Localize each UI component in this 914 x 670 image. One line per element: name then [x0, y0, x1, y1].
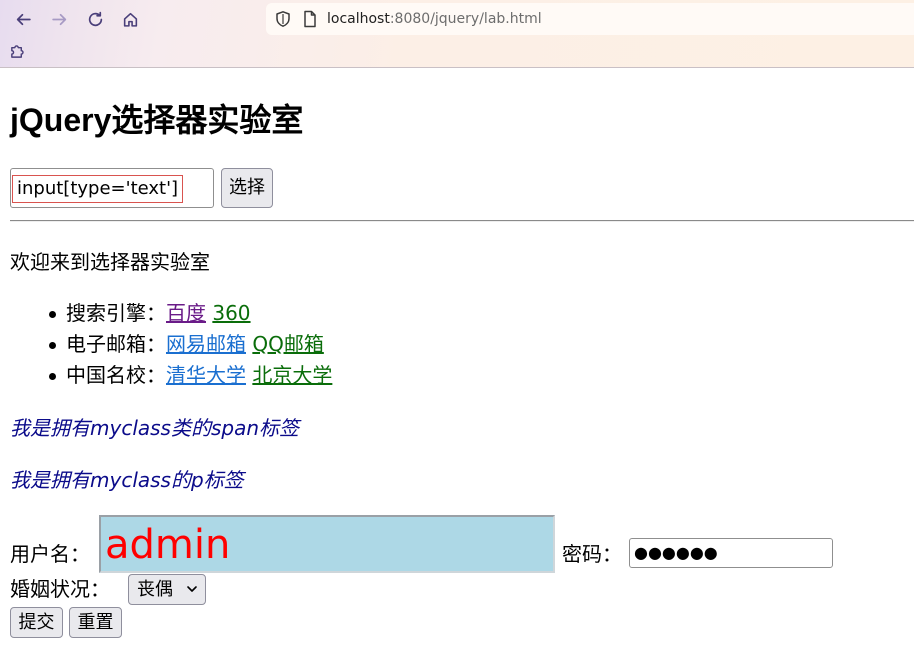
link-360[interactable]: 360: [212, 301, 250, 325]
selector-input-value: input[type='text']: [12, 175, 184, 203]
selector-input[interactable]: input[type='text']: [10, 168, 214, 208]
home-icon[interactable]: [117, 6, 143, 32]
list-item: 电子邮箱：网易邮箱 QQ邮箱: [48, 329, 332, 360]
list-item: 中国名校：清华大学 北京大学: [48, 360, 332, 391]
back-arrow-icon[interactable]: [10, 6, 36, 32]
username-value: admin: [105, 522, 231, 568]
forward-arrow-icon[interactable]: [46, 6, 72, 32]
url-text[interactable]: localhost:8080/jquery/lab.html: [327, 10, 542, 28]
address-bar[interactable]: localhost:8080/jquery/lab.html: [266, 3, 914, 35]
username-label: 用户名：: [10, 542, 90, 566]
link-pku[interactable]: 北京大学: [252, 363, 332, 387]
reload-icon[interactable]: [82, 6, 108, 32]
link-group-label: 中国名校：: [66, 363, 166, 387]
username-field[interactable]: admin: [99, 515, 555, 573]
password-value: ●●●●●●: [634, 543, 718, 562]
link-baidu[interactable]: 百度: [166, 301, 206, 325]
password-field[interactable]: ●●●●●●: [629, 538, 833, 568]
reset-button[interactable]: 重置: [69, 607, 122, 638]
divider: [10, 220, 914, 222]
myclass-span: 我是拥有myclass类的span标签: [10, 416, 300, 440]
url-host: localhost: [327, 11, 390, 27]
password-label: 密码：: [562, 542, 622, 566]
shield-icon[interactable]: [274, 10, 292, 28]
myclass-paragraph: 我是拥有myclass的p标签: [10, 468, 244, 492]
link-qq-mail[interactable]: QQ邮箱: [252, 332, 323, 356]
url-path: :8080/jquery/lab.html: [389, 11, 542, 27]
link-list: 搜索引擎：百度 360 电子邮箱：网易邮箱 QQ邮箱 中国名校：清华大学 北京大…: [10, 298, 332, 391]
page-icon[interactable]: [302, 10, 318, 28]
link-group-label: 搜索引擎：: [66, 301, 166, 325]
link-tsinghua[interactable]: 清华大学: [166, 363, 246, 387]
submit-button[interactable]: 提交: [10, 607, 63, 638]
select-button[interactable]: 选择: [221, 168, 273, 208]
page-title: jQuery选择器实验室: [10, 102, 304, 138]
puzzle-icon[interactable]: [9, 42, 29, 62]
chevron-down-icon: [187, 586, 197, 592]
welcome-text: 欢迎来到选择器实验室: [10, 250, 210, 274]
marital-status-value: 丧偶: [137, 579, 173, 600]
link-group-label: 电子邮箱：: [66, 332, 166, 356]
marital-status-select[interactable]: 丧偶: [128, 574, 206, 605]
marital-status-label: 婚姻状况：: [10, 577, 110, 601]
link-163-mail[interactable]: 网易邮箱: [166, 332, 246, 356]
list-item: 搜索引擎：百度 360: [48, 298, 332, 329]
browser-toolbar: localhost:8080/jquery/lab.html: [0, 0, 914, 68]
